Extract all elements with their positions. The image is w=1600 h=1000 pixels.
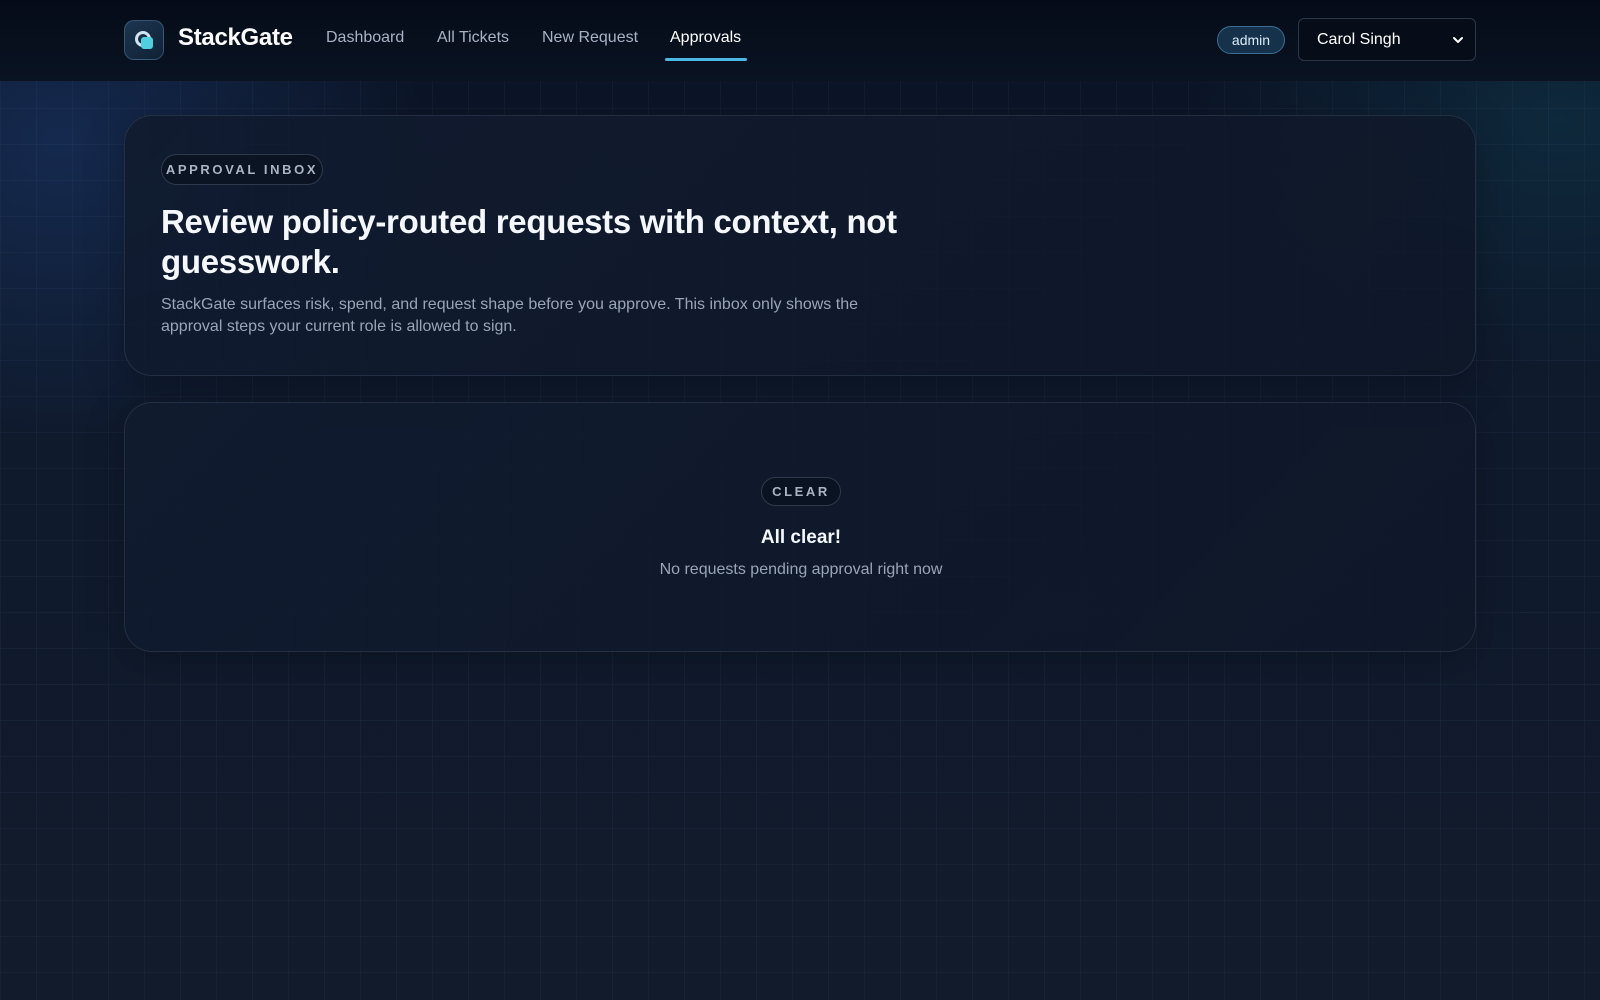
chevron-down-icon (1453, 37, 1463, 43)
nav-all-tickets[interactable]: All Tickets (437, 29, 509, 47)
nav-approvals[interactable]: Approvals (670, 29, 741, 47)
nav-dashboard[interactable]: Dashboard (326, 29, 404, 47)
approval-inbox-eyebrow: APPROVAL INBOX (161, 154, 323, 185)
page-title: Review policy-routed requests with conte… (161, 203, 897, 280)
role-badge: admin (1217, 26, 1285, 54)
user-select-value: Carol Singh (1317, 31, 1401, 48)
empty-state-card: CLEAR All clear! No requests pending app… (124, 402, 1476, 652)
approval-inbox-hero: APPROVAL INBOX Review policy-routed requ… (124, 115, 1476, 376)
empty-state-subtitle: No requests pending approval right now (659, 561, 943, 578)
stackgate-logo-icon[interactable] (124, 20, 164, 60)
active-tab-indicator (665, 58, 747, 61)
empty-state-title: All clear! (760, 527, 842, 548)
nav-new-request[interactable]: New Request (542, 29, 638, 47)
clear-status-tag: CLEAR (761, 477, 841, 506)
brand-name[interactable]: StackGate (178, 24, 293, 52)
logo-dot (141, 37, 153, 49)
user-select[interactable]: Carol Singh (1298, 18, 1476, 61)
page-description: StackGate surfaces risk, spend, and requ… (161, 296, 858, 335)
top-navigation-bar: StackGate Dashboard All Tickets New Requ… (0, 0, 1600, 81)
